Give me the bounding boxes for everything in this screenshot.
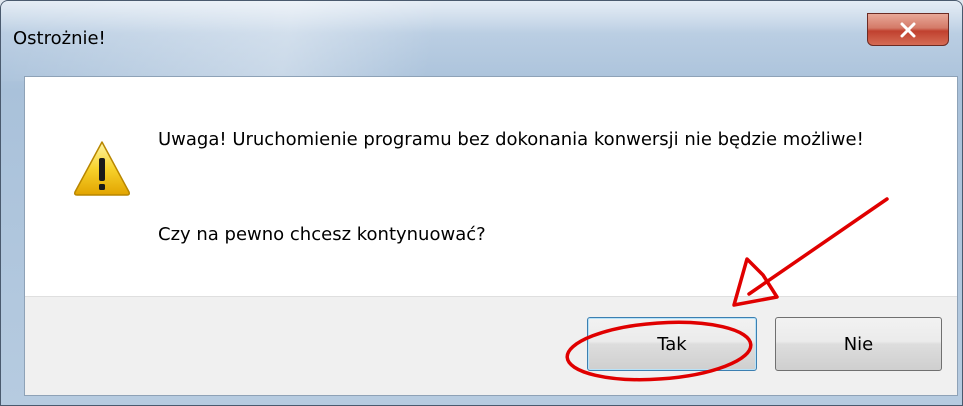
warning-icon (74, 141, 130, 196)
message-area: Uwaga! Uruchomienie programu bez dokonan… (25, 77, 957, 296)
yes-button[interactable]: Tak (587, 317, 757, 371)
dialog-window: Ostrożnie! Uwaga! Uruchomienie programu … (0, 0, 963, 406)
no-button[interactable]: Nie (775, 317, 942, 371)
dialog-title: Ostrożnie! (13, 28, 106, 49)
close-icon (900, 22, 916, 37)
confirmation-question: Czy na pewno chcesz kontynuować? (158, 224, 486, 245)
warning-message: Uwaga! Uruchomienie programu bez dokonan… (158, 129, 864, 150)
dialog-client-area: Uwaga! Uruchomienie programu bez dokonan… (24, 76, 958, 396)
title-bar-background (1, 1, 962, 81)
close-button[interactable] (867, 13, 949, 46)
